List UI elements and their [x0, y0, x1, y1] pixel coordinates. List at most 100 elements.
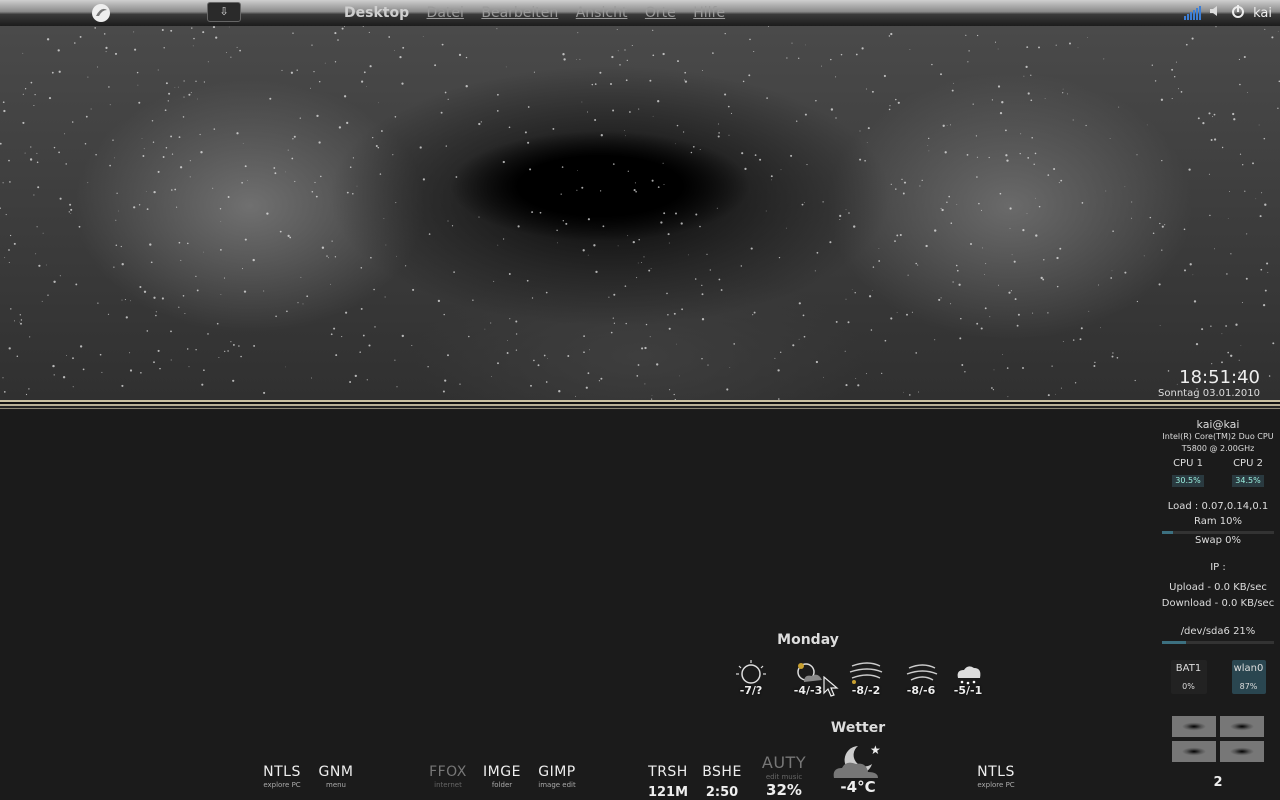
network-signal-icon[interactable] [1184, 6, 1202, 20]
dock-bash[interactable]: BSHE 2:50 [697, 764, 747, 800]
dock-nautilus-2[interactable]: NTLS explore PC [970, 764, 1022, 800]
star [845, 298, 847, 300]
star [581, 101, 583, 103]
star [981, 247, 983, 249]
dock-gimp[interactable]: GIMP image edit [530, 764, 584, 800]
star [668, 242, 670, 244]
dock-gnome-menu[interactable]: GNM menu [312, 764, 360, 800]
star [699, 225, 701, 228]
star [42, 232, 44, 234]
star [1043, 259, 1045, 261]
menu-orte[interactable]: Orte [645, 5, 676, 21]
star [1026, 46, 1029, 48]
star [681, 308, 683, 311]
dock-firefox[interactable]: FFOX internet [422, 764, 474, 800]
star [316, 114, 319, 118]
star [625, 79, 628, 82]
dock-trash[interactable]: TRSH 121M [642, 764, 694, 800]
star [101, 371, 103, 373]
star [401, 334, 404, 338]
star [58, 70, 61, 73]
star [368, 31, 370, 33]
star [627, 170, 629, 172]
download-launcher-icon[interactable]: ⇩ [207, 2, 241, 22]
workspace-thumb-1[interactable] [1172, 716, 1216, 737]
workspace-thumb-4[interactable] [1220, 741, 1264, 762]
star [652, 54, 655, 57]
star [321, 246, 325, 249]
star [1047, 174, 1050, 176]
star [1035, 234, 1038, 237]
star [1247, 92, 1248, 93]
power-icon[interactable] [1231, 4, 1245, 22]
star [366, 86, 367, 87]
star [1077, 47, 1079, 49]
app-menu-logo-icon[interactable] [90, 2, 112, 24]
star [1151, 64, 1153, 66]
star [161, 297, 164, 300]
star [1118, 106, 1120, 108]
star [497, 93, 499, 96]
star [1002, 354, 1003, 355]
dock-image-folder[interactable]: IMGE folder [477, 764, 527, 800]
star [362, 26, 365, 27]
star [993, 369, 995, 371]
disk-usage: /dev/sda6 21% [1180, 626, 1256, 637]
menu-hilfe[interactable]: Hilfe [693, 5, 725, 21]
star [82, 368, 85, 371]
star [1019, 152, 1021, 155]
star [950, 124, 951, 126]
menu-datei[interactable]: Datei [427, 5, 464, 21]
star [830, 58, 832, 61]
star [3, 391, 6, 393]
star [1227, 218, 1229, 219]
star [724, 93, 727, 96]
star [1022, 229, 1025, 232]
star [1225, 325, 1227, 327]
star [976, 156, 978, 158]
star [85, 115, 88, 118]
workspace-thumb-2[interactable] [1220, 716, 1264, 737]
star [360, 307, 363, 310]
star [2, 182, 4, 184]
star [212, 187, 214, 189]
dock-current-weather[interactable]: ★ -4°C [826, 742, 890, 795]
star [195, 275, 197, 278]
menu-desktop[interactable]: Desktop [344, 5, 409, 21]
star [641, 262, 643, 264]
star [903, 181, 907, 184]
star [9, 181, 11, 183]
star [441, 43, 444, 46]
dock-audacity[interactable]: AUTY edit music 32% [754, 754, 814, 799]
star [105, 46, 108, 49]
star [377, 102, 379, 104]
menu-bearbeiten[interactable]: Bearbeiten [481, 5, 558, 21]
star [994, 41, 997, 43]
volume-icon[interactable] [1209, 4, 1223, 22]
star [753, 311, 756, 314]
workspace-switcher[interactable] [1172, 716, 1264, 762]
user-name[interactable]: kai [1253, 6, 1272, 21]
forecast-item: -5/-1 [946, 658, 990, 698]
dock-nautilus[interactable]: NTLS explore PC [256, 764, 308, 800]
star [1192, 274, 1194, 276]
star [890, 317, 893, 320]
star [493, 280, 495, 282]
star [547, 358, 549, 360]
star [1174, 76, 1176, 78]
star [673, 312, 676, 315]
star [121, 299, 123, 301]
star [331, 240, 333, 242]
star [839, 214, 842, 217]
star [565, 222, 568, 225]
star [1032, 312, 1034, 314]
star [1195, 343, 1199, 346]
star [1131, 201, 1133, 203]
star [1171, 97, 1173, 100]
workspace-thumb-3[interactable] [1172, 741, 1216, 762]
menu-ansicht[interactable]: Ansicht [576, 5, 628, 21]
star [667, 313, 669, 316]
star [865, 373, 867, 375]
system-monitor: kai@kai Intel(R) Core(TM)2 Duo CPU T5800… [1158, 418, 1278, 694]
star [311, 44, 313, 46]
